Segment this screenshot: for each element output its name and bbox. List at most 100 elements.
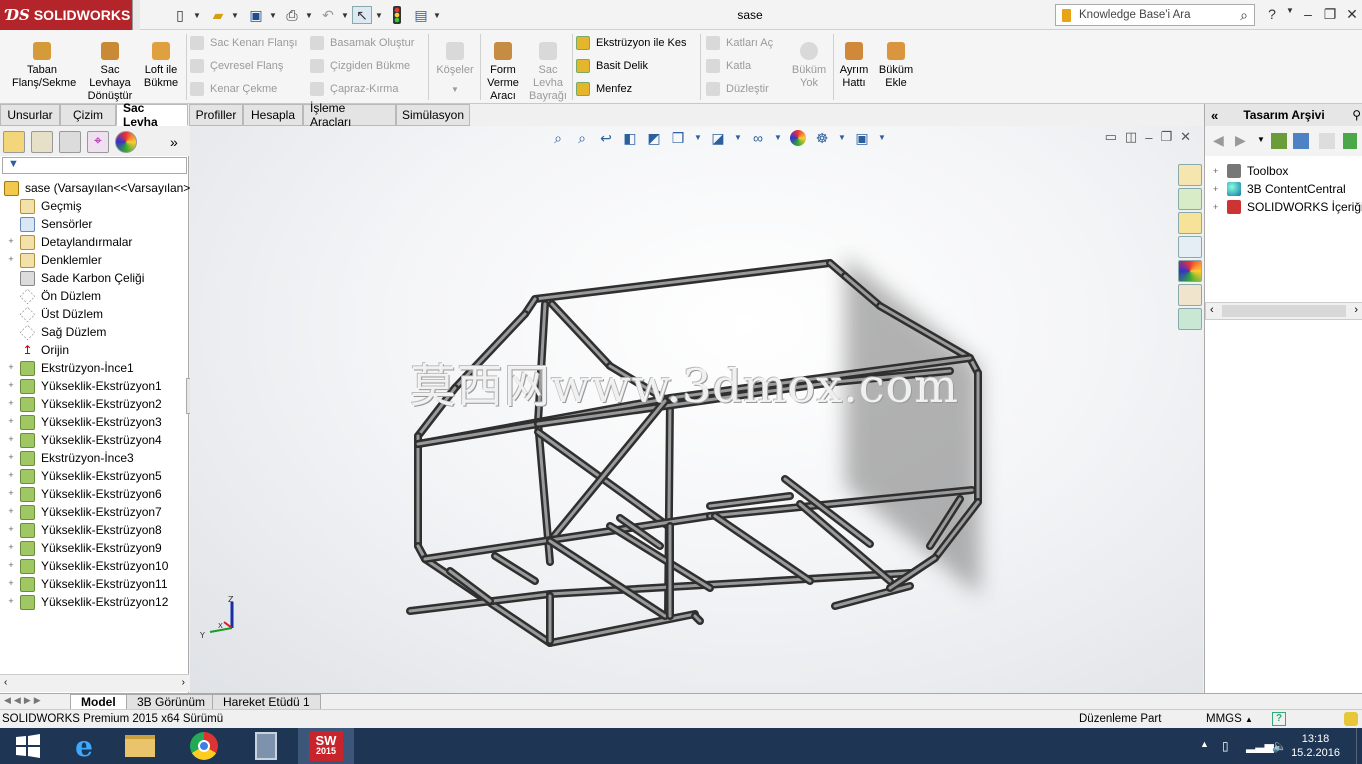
tab-sketch[interactable]: Çizim	[60, 104, 116, 126]
flatten-button[interactable]: Düzleştir	[706, 79, 786, 99]
calculator-icon[interactable]	[238, 728, 294, 764]
custom-properties-icon[interactable]	[1178, 284, 1202, 306]
expand-icon[interactable]: +	[6, 237, 16, 247]
chrome-icon[interactable]	[176, 728, 232, 764]
tree-item[interactable]: + Yükseklik-Ekstrüzyon1	[2, 377, 162, 395]
tree-item[interactable]: + Yükseklik-Ekstrüzyon12	[2, 593, 168, 611]
corners-button[interactable]: Köşeler ▼	[430, 36, 480, 96]
expand-icon[interactable]: +	[6, 507, 16, 517]
tab-features[interactable]: Unsurlar	[0, 104, 60, 126]
rip-button[interactable]: Ayrım Hattı	[834, 36, 874, 90]
extruded-cut-button[interactable]: Ekstrüzyon ile Kes	[576, 33, 700, 53]
forum-icon[interactable]	[1178, 308, 1202, 330]
solidworks-taskbar-button[interactable]: SW 2015	[298, 728, 354, 764]
refresh-icon[interactable]	[1343, 133, 1357, 149]
filter-input[interactable]: ▼	[2, 157, 187, 174]
help-status-icon[interactable]: ?	[1272, 712, 1286, 726]
tree-item[interactable]: + Yükseklik-Ekstrüzyon4	[2, 431, 162, 449]
tree-item[interactable]: + Yükseklik-Ekstrüzyon3	[2, 413, 162, 431]
sketched-bend-button[interactable]: Çizgiden Bükme	[310, 56, 428, 76]
miter-flange-button[interactable]: Çevresel Flanş	[190, 56, 310, 76]
chevron-down-icon[interactable]: ▼	[374, 6, 384, 24]
chevron-down-icon[interactable]: ▼	[304, 6, 314, 24]
display-manager-icon[interactable]	[115, 131, 137, 153]
internet-explorer-icon[interactable]: e	[56, 728, 112, 764]
select-cursor-icon[interactable]: ↖	[352, 6, 372, 24]
fold-button[interactable]: Katla	[706, 56, 786, 76]
search-input[interactable]: Knowledge Base'i Ara	[1079, 9, 1191, 21]
open-folder-icon[interactable]: ▰	[206, 6, 230, 24]
chevron-down-icon[interactable]: ▼	[192, 6, 202, 24]
expand-icon[interactable]: +	[6, 579, 16, 589]
new-document-icon[interactable]: ▯	[168, 6, 192, 24]
expand-icon[interactable]: +	[6, 381, 16, 391]
tab-sheet-metal[interactable]: Sac Levha	[116, 101, 188, 129]
create-new-folder-icon[interactable]	[1319, 133, 1335, 149]
tab-scroll-arrows[interactable]: ◀◀▶▶	[4, 695, 44, 706]
menu-pin-icon[interactable]	[132, 0, 140, 30]
tree-item[interactable]: Geçmiş	[2, 197, 82, 215]
tree-item[interactable]: Üst Düzlem	[2, 305, 103, 323]
forward-icon[interactable]: ▶	[1235, 132, 1246, 149]
scroll-right-icon[interactable]: ›	[182, 677, 185, 688]
tab-weldments[interactable]: Profiller	[189, 104, 243, 126]
expand-icon[interactable]: +	[6, 453, 16, 463]
network-device-icon[interactable]: ▯	[1222, 739, 1229, 753]
unit-system-button[interactable]: MMGS ▲	[1206, 713, 1253, 725]
save-icon[interactable]: ▣	[244, 6, 268, 24]
solidworks-logo[interactable]: ƊS SOLIDWORKS	[0, 0, 140, 30]
add-to-library-icon[interactable]	[1271, 133, 1287, 149]
tree-item[interactable]: + Yükseklik-Ekstrüzyon6	[2, 485, 162, 503]
solidworks-resources-icon[interactable]	[1178, 164, 1202, 186]
task-pane-scrollbar[interactable]: ‹ ›	[1205, 302, 1362, 320]
no-bends-button[interactable]: Büküm Yok	[786, 36, 832, 90]
horizontal-scrollbar[interactable]: ‹ ›	[0, 674, 189, 692]
convert-sheet-metal-button[interactable]: Sac Levhaya Dönüştür	[80, 36, 140, 103]
tree-item[interactable]: + Yükseklik-Ekstrüzyon7	[2, 503, 162, 521]
tab-model[interactable]: Model	[70, 694, 127, 710]
chevron-right-icon[interactable]: »	[170, 134, 178, 150]
unfold-button[interactable]: Katları Aç	[706, 33, 786, 53]
sheet-metal-gusset-button[interactable]: Sac Levha Bayrağı	[526, 36, 570, 103]
file-explorer-icon[interactable]	[1178, 212, 1202, 234]
show-hidden-icons[interactable]: ▲	[1200, 739, 1209, 749]
close-button[interactable]: ✕	[1342, 6, 1362, 24]
tree-item[interactable]: + Yükseklik-Ekstrüzyon11	[2, 575, 168, 593]
tree-item[interactable]: Ön Düzlem	[2, 287, 101, 305]
cross-break-button[interactable]: Çapraz-Kırma	[310, 79, 428, 99]
chevron-down-icon[interactable]: ▼	[268, 6, 278, 24]
traffic-light-rebuild-icon[interactable]	[388, 6, 406, 24]
vent-button[interactable]: Menfez	[576, 79, 700, 99]
tree-item[interactable]: + Denklemler	[2, 251, 102, 269]
show-desktop-button[interactable]	[1356, 728, 1362, 764]
tree-item[interactable]: + Ekstrüzyon-İnce3	[2, 449, 134, 467]
restore-button[interactable]: ❐	[1320, 6, 1340, 24]
pin-icon[interactable]: ⚲	[1352, 108, 1361, 122]
expand-icon[interactable]: +	[6, 525, 16, 535]
hem-button[interactable]: Kenar Çekme	[190, 79, 310, 99]
chevron-down-icon[interactable]: ▼	[430, 83, 480, 96]
simple-hole-button[interactable]: Basit Delik	[576, 56, 700, 76]
rebuild-status-icon[interactable]	[1344, 712, 1358, 726]
signal-icon[interactable]: ▂▃▅	[1246, 739, 1274, 753]
scroll-right-icon[interactable]: ›	[1354, 304, 1358, 316]
jog-button[interactable]: Basamak Oluştur	[310, 33, 428, 53]
expand-icon[interactable]: +	[1213, 202, 1223, 212]
chevron-down-icon[interactable]: ▼	[432, 6, 442, 24]
chevron-down-icon[interactable]: ▼	[1280, 6, 1300, 24]
file-properties-icon[interactable]: ▤	[410, 6, 432, 24]
expand-icon[interactable]: +	[6, 489, 16, 499]
tree-item[interactable]: + Yükseklik-Ekstrüzyon2	[2, 395, 162, 413]
tree-item[interactable]: + Yükseklik-Ekstrüzyon10	[2, 557, 168, 575]
expand-icon[interactable]: +	[6, 471, 16, 481]
start-button[interactable]	[0, 728, 56, 764]
tree-item[interactable]: Sade Karbon Çeliği	[2, 269, 144, 287]
feature-manager-icon[interactable]	[3, 131, 25, 153]
base-flange-button[interactable]: Taban Flanş/Sekme	[12, 36, 76, 90]
insert-bends-button[interactable]: Büküm Ekle	[876, 36, 916, 90]
minimize-button[interactable]: –	[1298, 6, 1318, 24]
expand-icon[interactable]: +	[6, 435, 16, 445]
add-file-location-icon[interactable]	[1293, 133, 1309, 149]
scroll-thumb[interactable]	[1222, 305, 1346, 317]
edge-flange-button[interactable]: Sac Kenarı Flanşı	[190, 33, 310, 53]
